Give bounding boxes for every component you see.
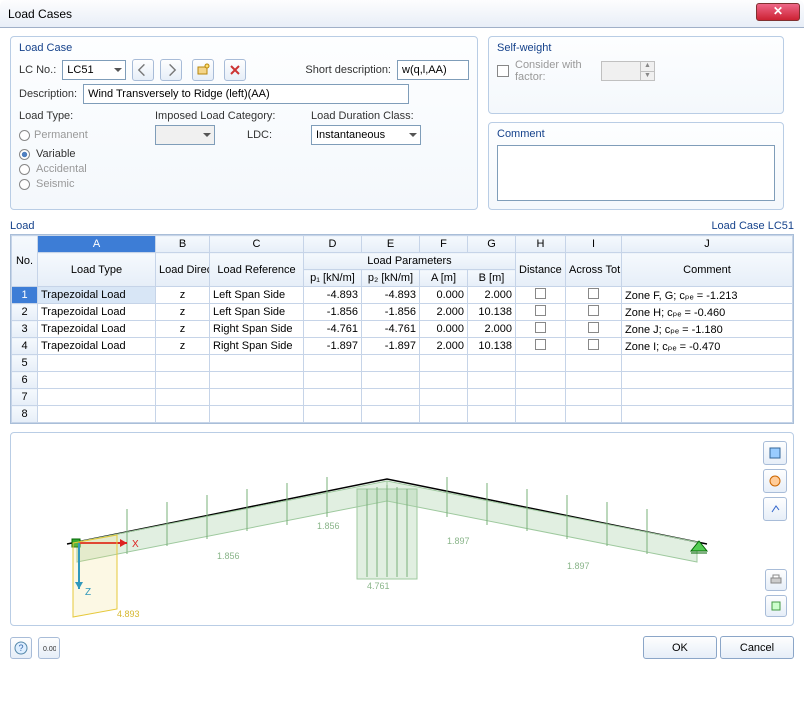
comment-group: Comment [488,122,784,210]
loadcase-group: Load Case LC No.: LC51 Short description… [10,36,478,210]
col-G[interactable]: G [468,236,516,253]
col-D[interactable]: D [304,236,362,253]
ldc-select[interactable]: Instantaneous [311,125,421,145]
lcno-value: LC51 [67,64,93,76]
factor-spinner: ▲▼ [601,61,655,81]
hdr-loaddir: Load Direction [156,253,210,287]
hdr-no: No. [12,236,38,287]
lcno-select[interactable]: LC51 [62,60,126,80]
hdr-loadparams: Load Parameters [304,253,516,270]
print-button[interactable] [765,569,787,591]
svg-text:1.897: 1.897 [567,561,590,571]
ldc-value: Instantaneous [316,129,385,141]
cancel-button[interactable]: Cancel [720,636,794,659]
col-H[interactable]: H [516,236,566,253]
ok-button[interactable]: OK [643,636,717,659]
loadcase-title: Load Case [19,42,469,54]
svg-text:4.893: 4.893 [117,609,140,619]
selfweight-group: Self-weight Consider with factor: ▲▼ [488,36,784,114]
col-C[interactable]: C [210,236,304,253]
preview-canvas: 1.856 1.856 4.761 1.897 1.897 X Z 4.893 [17,439,737,619]
svg-text:1.856: 1.856 [217,551,240,561]
permanent-label: Permanent [34,129,88,141]
col-A[interactable]: A [38,236,156,253]
hdr-B: B [m] [468,270,516,287]
load-grid[interactable]: No. A B C D E F G H I J Load Type Load D… [10,234,794,424]
shortdesc-input[interactable] [397,60,469,80]
new-lc-button[interactable] [192,59,214,81]
imposed-select [155,125,215,145]
hdr-A: A [m] [420,270,468,287]
hdr-comment: Comment [622,253,793,287]
accidental-radio [19,164,30,175]
titlebar: Load Cases ✕ [0,0,804,28]
svg-text:4.761: 4.761 [367,581,390,591]
preview-panel: 1.856 1.856 4.761 1.897 1.897 X Z 4.893 [10,432,794,626]
col-J[interactable]: J [622,236,793,253]
col-B[interactable]: B [156,236,210,253]
units-button[interactable]: 0.00 [38,637,60,659]
window-title: Load Cases [8,7,72,21]
tool-1-button[interactable] [763,441,787,465]
table-row[interactable]: 5 [12,355,793,372]
hdr-p1: p₁ [kN/m] [304,270,362,287]
hdr-p2: p₂ [kN/m] [362,270,420,287]
col-F[interactable]: F [420,236,468,253]
delete-lc-button[interactable] [224,59,246,81]
table-row[interactable]: 2 Trapezoidal LoadzLeft Span Side -1.856… [12,304,793,321]
prev-lc-button[interactable] [132,59,154,81]
ldc-label: Load Duration Class: [311,110,414,122]
shortdesc-label: Short description: [305,64,391,76]
consider-label: Consider with factor: [515,59,595,83]
seismic-radio [19,179,30,190]
table-row[interactable]: 7 [12,389,793,406]
load-title: Load [10,220,34,232]
consider-checkbox[interactable] [497,65,509,77]
desc-input[interactable] [83,84,409,104]
comment-title: Comment [497,128,775,140]
col-E[interactable]: E [362,236,420,253]
variable-label: Variable [36,148,76,160]
lcno-label: LC No.: [19,64,56,76]
hdr-across: Across Tot Length [566,253,622,287]
table-row[interactable]: 8 [12,406,793,423]
table-row[interactable]: 4 Trapezoidal LoadzRight Span Side -1.89… [12,338,793,355]
svg-text:1.856: 1.856 [317,521,340,531]
svg-text:1.897: 1.897 [447,536,470,546]
hdr-loadref: Load Reference [210,253,304,287]
permanent-radio [19,130,30,141]
tool-2-button[interactable] [763,469,787,493]
table-row[interactable]: 1 Trapezoidal LoadzLeft Span Side -4.893… [12,287,793,304]
load-case-label: Load Case LC51 [711,220,794,232]
comment-textarea[interactable] [497,145,775,201]
variable-radio[interactable] [19,149,30,160]
table-row[interactable]: 6 [12,372,793,389]
next-lc-button[interactable] [160,59,182,81]
imposed-label: Imposed Load Category: [155,110,305,122]
selfweight-title: Self-weight [497,42,775,54]
svg-text:0.00: 0.00 [43,646,56,653]
desc-label: Description: [19,88,77,100]
table-row[interactable]: 3 Trapezoidal LoadzRight Span Side -4.76… [12,321,793,338]
hdr-loadtype: Load Type [38,253,156,287]
close-button[interactable]: ✕ [756,3,800,21]
svg-text:?: ? [19,643,24,653]
ldc-short: LDC: [247,129,305,141]
help-button[interactable]: ? [10,637,32,659]
seismic-label: Seismic [36,178,75,190]
loadtype-label: Load Type: [19,110,149,122]
col-I[interactable]: I [566,236,622,253]
hdr-dist: Distance in % [516,253,566,287]
export-button[interactable] [765,595,787,617]
tool-3-button[interactable] [763,497,787,521]
accidental-label: Accidental [36,163,87,175]
svg-text:X: X [132,539,139,550]
